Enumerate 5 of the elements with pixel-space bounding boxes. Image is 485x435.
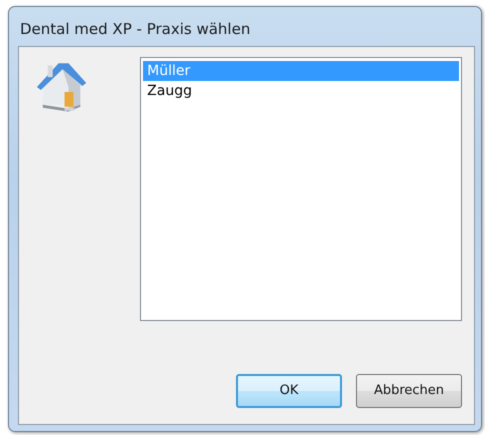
cancel-button[interactable]: Abbrechen — [356, 374, 462, 408]
window-title: Dental med XP - Praxis wählen — [19, 19, 252, 40]
list-item[interactable]: Zaugg — [143, 81, 459, 101]
list-box[interactable]: Müller Zaugg — [140, 57, 462, 321]
ok-button[interactable]: OK — [236, 374, 342, 408]
